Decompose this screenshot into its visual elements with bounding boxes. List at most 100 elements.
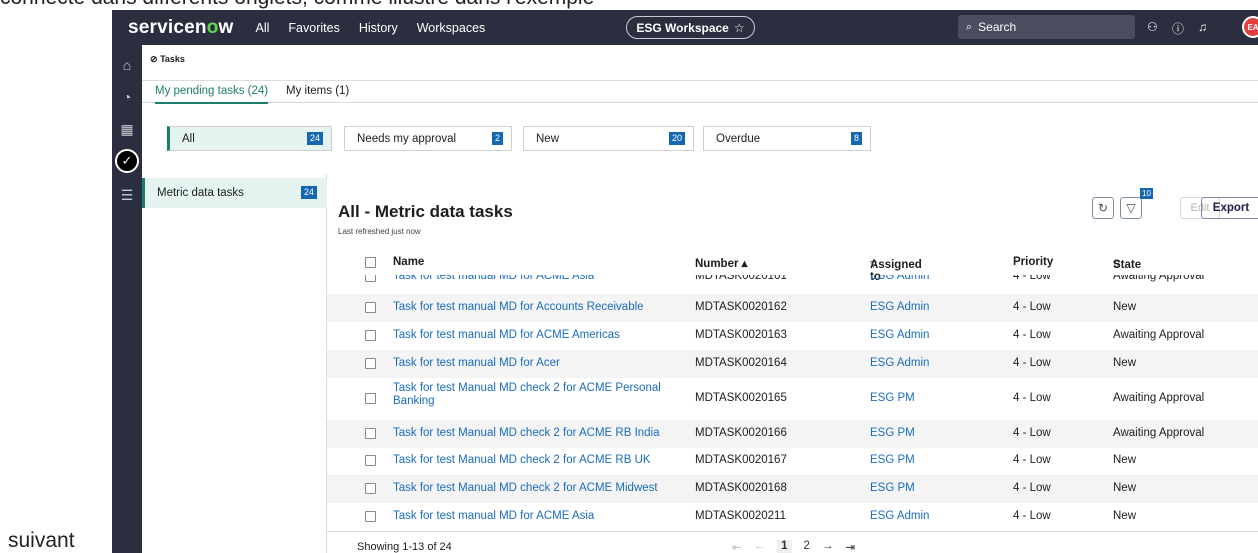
table-row[interactable]: Task for test manual MD for ACME Asia MDT… bbox=[327, 275, 1258, 287]
global-search[interactable]: ⌕ Search bbox=[958, 15, 1135, 39]
task-name-link[interactable]: Task for test manual MD for ACME America… bbox=[393, 329, 693, 342]
row-checkbox[interactable] bbox=[365, 483, 376, 494]
row-checkbox[interactable] bbox=[365, 511, 376, 522]
filter-icon[interactable]: ▽ bbox=[870, 259, 877, 270]
chat-icon[interactable]: ⚇ bbox=[1147, 20, 1158, 34]
column-name[interactable]: Name bbox=[393, 256, 424, 268]
nav-workspaces[interactable]: Workspaces bbox=[417, 21, 486, 35]
column-number[interactable]: Number ▴ bbox=[695, 256, 747, 270]
nav-all[interactable]: All bbox=[256, 21, 270, 35]
row-checkbox[interactable] bbox=[365, 358, 376, 369]
filter-label: New bbox=[536, 132, 560, 145]
table-row[interactable]: Task for test manual MD for Accounts Rec… bbox=[327, 294, 1258, 322]
assigned-to-link[interactable]: ESG Admin bbox=[870, 329, 929, 341]
table-row[interactable]: Task for test manual MD for Acer MDTASK00… bbox=[327, 350, 1258, 378]
page-1-button[interactable]: 1 bbox=[777, 540, 792, 553]
workspace-name: ESG Workspace bbox=[636, 20, 729, 35]
tab-my-pending-tasks[interactable]: My pending tasks (24) bbox=[155, 85, 269, 104]
table-row[interactable]: Task for test Manual MD check 2 for ACME… bbox=[327, 379, 1258, 419]
select-all-checkbox[interactable] bbox=[365, 257, 376, 268]
export-button[interactable]: Export bbox=[1201, 197, 1258, 219]
nav-favorites[interactable]: Favorites bbox=[288, 21, 339, 35]
tasks-check-icon[interactable]: ✓ bbox=[115, 149, 139, 173]
filter-count: 8 bbox=[850, 132, 862, 145]
task-number: MDTASK0020164 bbox=[695, 357, 787, 369]
filter-icon[interactable]: ▽ bbox=[1113, 259, 1120, 270]
table-row[interactable]: Task for test Manual MD check 2 for ACME… bbox=[327, 475, 1258, 503]
state-value: Awaiting Approval bbox=[1113, 392, 1205, 404]
filter-card-new[interactable]: New 20 bbox=[523, 126, 694, 151]
task-name-link[interactable]: Task for test Manual MD check 2 for ACME… bbox=[393, 427, 693, 440]
task-name-link[interactable]: Task for test Manual MD check 2 for ACME… bbox=[393, 454, 693, 467]
pagination: ⇤ ← 1 2 → ⇥ bbox=[732, 540, 867, 553]
filter-card-all[interactable]: All 24 bbox=[167, 126, 332, 151]
filter-label: All bbox=[182, 132, 195, 145]
task-name-link[interactable]: Task for test Manual MD check 2 for ACME… bbox=[393, 482, 693, 495]
filter-count: 24 bbox=[306, 132, 323, 145]
table-row[interactable]: Task for test manual MD for ACME Asia MDT… bbox=[327, 503, 1258, 531]
page-2-button[interactable]: 2 bbox=[804, 540, 810, 553]
assigned-to-link[interactable]: ESG PM bbox=[870, 427, 915, 439]
left-rail: ⌂ ◔ ▦ ✓ ☰ bbox=[112, 45, 142, 553]
notifications-icon[interactable]: ♫ bbox=[1198, 20, 1207, 34]
row-checkbox[interactable] bbox=[365, 393, 376, 404]
priority-value: 4 - Low bbox=[1013, 301, 1051, 313]
assigned-to-link[interactable]: ESG PM bbox=[870, 392, 915, 404]
state-value: Awaiting Approval bbox=[1113, 275, 1205, 282]
filter-button[interactable]: ▽ bbox=[1120, 197, 1142, 219]
row-checkbox[interactable] bbox=[365, 330, 376, 341]
row-checkbox[interactable] bbox=[365, 302, 376, 313]
column-priority[interactable]: Priority bbox=[1013, 256, 1053, 268]
assigned-to-link[interactable]: ESG PM bbox=[870, 454, 915, 466]
priority-value: 4 - Low bbox=[1013, 454, 1051, 466]
filter-label: Needs my approval bbox=[357, 132, 457, 145]
assigned-to-link[interactable]: ESG Admin bbox=[870, 301, 929, 313]
filter-card-overdue[interactable]: Overdue 8 bbox=[703, 126, 871, 151]
search-placeholder: Search bbox=[978, 20, 1017, 34]
state-value: New bbox=[1113, 301, 1137, 313]
assigned-to-link[interactable]: ESG Admin bbox=[870, 357, 929, 369]
task-name-link[interactable]: Task for test manual MD for ACME Asia bbox=[393, 275, 693, 283]
task-name-link[interactable]: Task for test manual MD for ACME Asia bbox=[393, 510, 693, 523]
background-document-text-top: connecté dans différents onglets, comme … bbox=[0, 0, 594, 10]
table-row[interactable]: Task for test manual MD for ACME America… bbox=[327, 322, 1258, 350]
star-icon[interactable]: ☆ bbox=[734, 21, 745, 35]
pagination-summary: Showing 1-13 of 24 bbox=[357, 541, 452, 553]
breadcrumb: ⊘ Tasks bbox=[142, 45, 1258, 81]
last-page-icon[interactable]: ⇥ bbox=[845, 540, 855, 553]
list-icon[interactable]: ☰ bbox=[112, 187, 142, 204]
filter-card-needs-approval[interactable]: Needs my approval 2 bbox=[344, 126, 512, 151]
list-title: All - Metric data tasks bbox=[338, 202, 513, 221]
task-name-link[interactable]: Task for test manual MD for Acer bbox=[393, 357, 693, 370]
task-name-link[interactable]: Task for test manual MD for Accounts Rec… bbox=[393, 301, 693, 314]
nav-history[interactable]: History bbox=[359, 21, 398, 35]
table-row[interactable]: Task for test Manual MD check 2 for ACME… bbox=[327, 420, 1258, 448]
workspace-selector[interactable]: ESG Workspace ☆ bbox=[626, 16, 755, 39]
grid-icon[interactable]: ▦ bbox=[112, 121, 142, 138]
table-row[interactable]: Task for test Manual MD check 2 for ACME… bbox=[327, 447, 1258, 475]
priority-value: 4 - Low bbox=[1013, 357, 1051, 369]
home-icon[interactable]: ⌂ bbox=[112, 57, 142, 73]
sidebar-item-metric-data-tasks[interactable]: Metric data tasks 24 bbox=[142, 178, 327, 208]
first-page-icon: ⇤ bbox=[732, 542, 742, 553]
assigned-to-link[interactable]: ESG Admin bbox=[870, 510, 929, 522]
main-nav: All Favorites History Workspaces bbox=[256, 21, 505, 35]
tab-my-items[interactable]: My items (1) bbox=[286, 85, 349, 97]
dashboard-icon[interactable]: ◔ bbox=[112, 89, 142, 105]
priority-value: 4 - Low bbox=[1013, 482, 1051, 494]
assigned-to-link[interactable]: ESG Admin bbox=[870, 275, 929, 282]
task-number: MDTASK0020168 bbox=[695, 482, 787, 494]
row-checkbox[interactable] bbox=[365, 428, 376, 439]
refresh-button[interactable]: ↻ bbox=[1092, 197, 1114, 219]
servicenow-logo[interactable]: servicenow bbox=[128, 17, 234, 39]
grid-header: Name Number ▴ Assigned to ▽ Priority Sta… bbox=[327, 253, 1258, 283]
help-icon[interactable]: ⓘ bbox=[1172, 20, 1184, 37]
row-checkbox[interactable] bbox=[365, 455, 376, 466]
next-page-icon[interactable]: → bbox=[822, 540, 834, 553]
task-name-link[interactable]: Task for test Manual MD check 2 for ACME… bbox=[393, 382, 673, 408]
user-avatar[interactable]: EA bbox=[1242, 16, 1258, 38]
task-number: MDTASK0020162 bbox=[695, 301, 787, 313]
assigned-to-link[interactable]: ESG PM bbox=[870, 482, 915, 494]
filter-count: 2 bbox=[491, 132, 503, 145]
row-checkbox[interactable] bbox=[365, 275, 376, 282]
